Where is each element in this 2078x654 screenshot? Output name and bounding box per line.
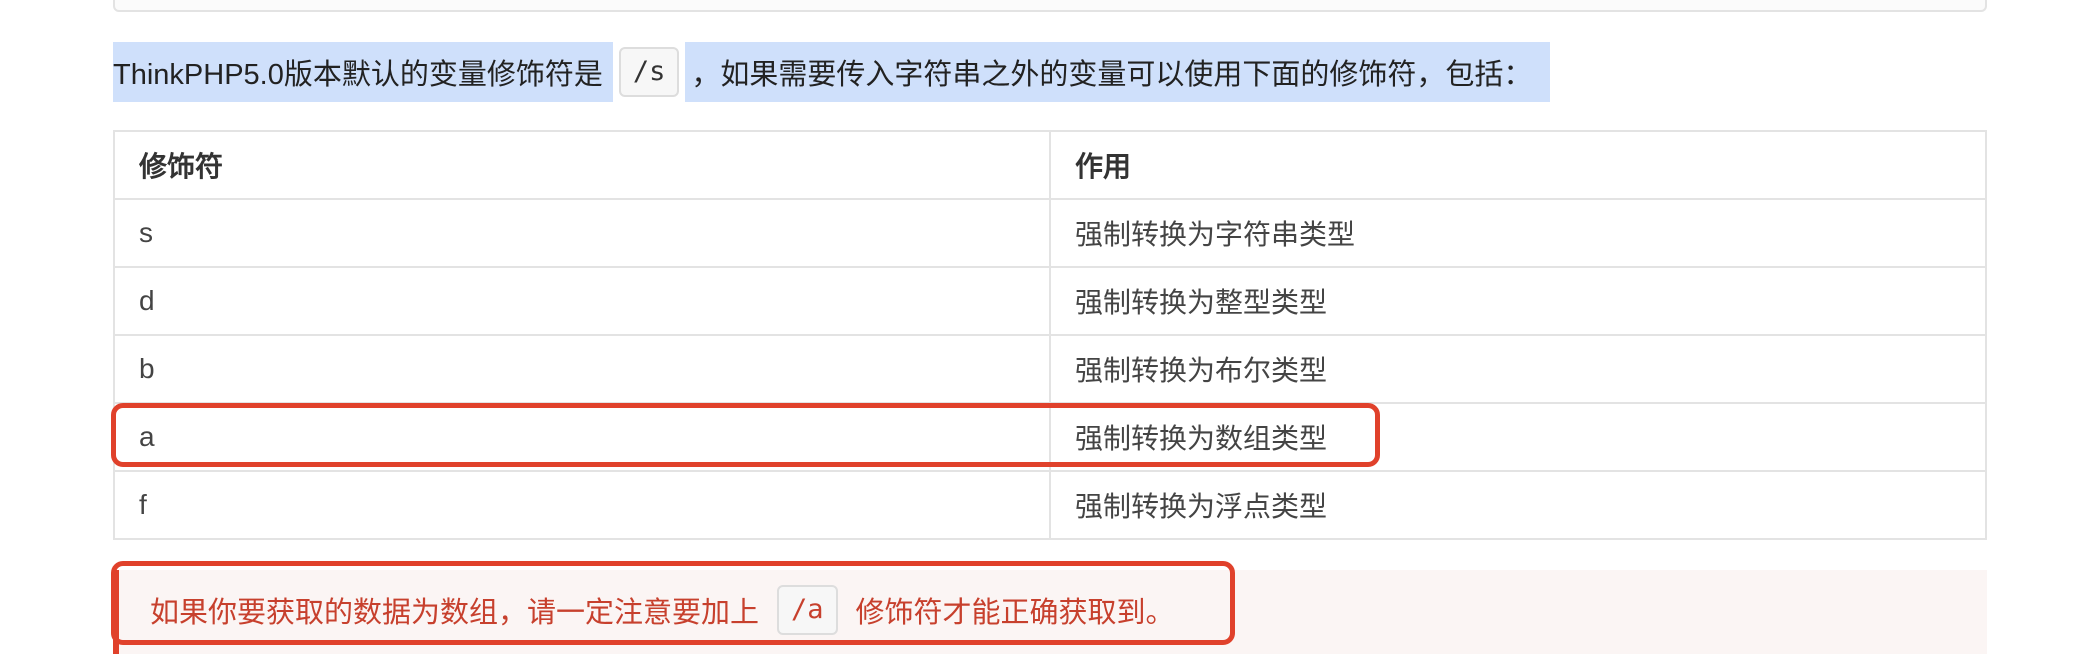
modifier-table: 修饰符 作用 s 强制转换为字符串类型 d 强制转换为整型类型 b 强制转换为布… [113, 130, 1987, 540]
warning-text-part-1: 如果你要获取的数据为数组，请一定注意要加上 [150, 597, 760, 629]
header-effect: 作用 [1049, 130, 1987, 200]
table-row: a 强制转换为数组类型 [113, 402, 1987, 472]
warning-text-part-2: 修饰符才能正确获取到。 [855, 597, 1175, 629]
previous-code-block [113, 0, 1987, 12]
modifier-cell: a [113, 402, 1051, 472]
header-modifier: 修饰符 [113, 130, 1051, 200]
modifier-cell: d [113, 266, 1051, 336]
modifier-cell: s [113, 198, 1051, 268]
warning-text: 如果你要获取的数据为数组，请一定注意要加上 /a 修饰符才能正确获取到。 [150, 584, 1175, 636]
effect-cell: 强制转换为字符串类型 [1049, 198, 1987, 268]
selected-text-part-2: ，如果需要传入字符串之外的变量可以使用下面的修饰符，包括： [685, 42, 1551, 102]
modifier-cell: f [113, 470, 1051, 540]
modifier-cell: b [113, 334, 1051, 404]
effect-cell: 强制转换为浮点类型 [1049, 470, 1987, 540]
inline-code-s: /s [618, 47, 680, 97]
effect-cell: 强制转换为整型类型 [1049, 266, 1987, 336]
effect-cell: 强制转换为数组类型 [1049, 402, 1987, 472]
table-row: b 强制转换为布尔类型 [113, 334, 1987, 404]
effect-cell: 强制转换为布尔类型 [1049, 334, 1987, 404]
table-row: s 强制转换为字符串类型 [113, 198, 1987, 268]
inline-code-a: /a [777, 585, 838, 635]
table-row: d 强制转换为整型类型 [113, 266, 1987, 336]
intro-paragraph: ThinkPHP5.0版本默认的变量修饰符是 /s ，如果需要传入字符串之外的变… [113, 42, 1551, 102]
table-row: f 强制转换为浮点类型 [113, 470, 1987, 540]
warning-callout-bar [113, 570, 119, 654]
selected-text-part-1: ThinkPHP5.0版本默认的变量修饰符是 [113, 42, 613, 102]
table-header-row: 修饰符 作用 [113, 130, 1987, 200]
